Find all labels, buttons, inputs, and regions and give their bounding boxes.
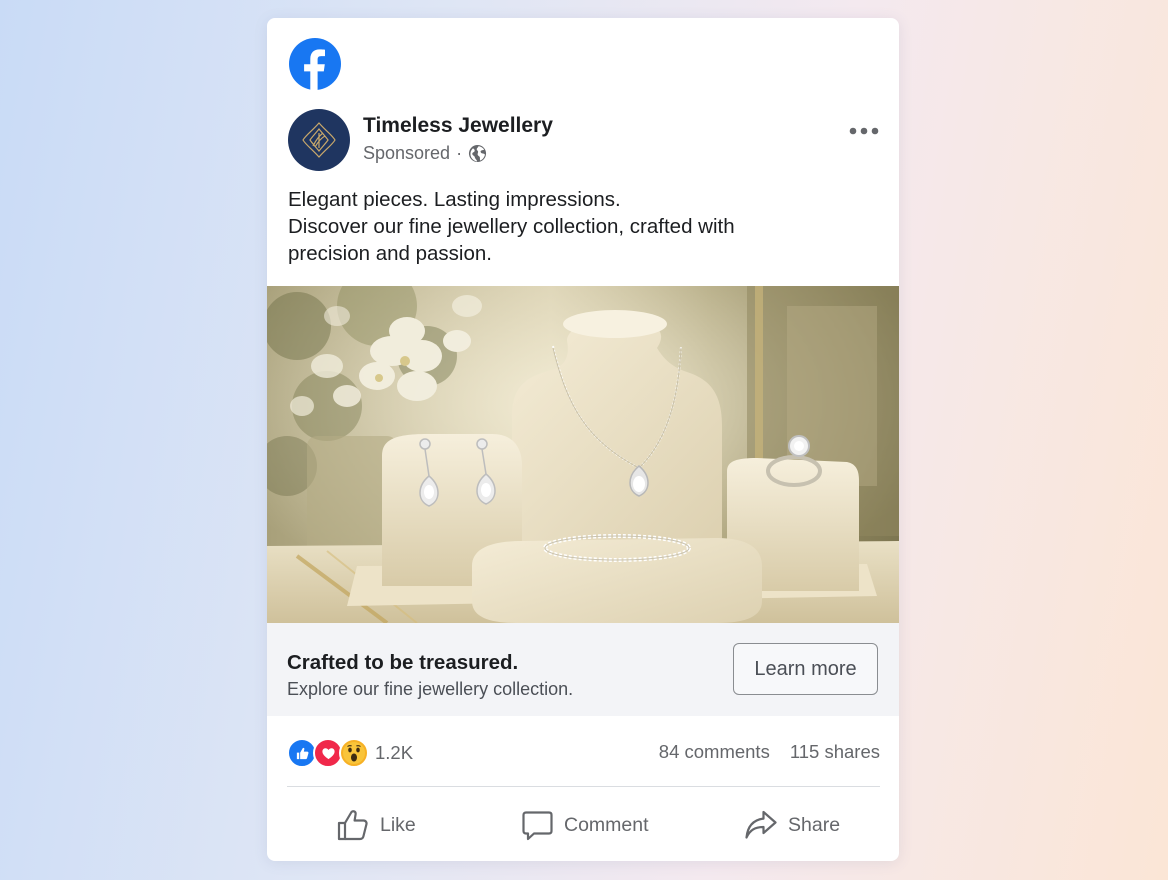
cta-description: Explore our fine jewellery collection.: [287, 679, 574, 699]
cta-headline[interactable]: Crafted to be treasured.: [287, 651, 518, 675]
reactions-summary[interactable]: 1.2K: [287, 738, 413, 768]
reaction-count[interactable]: 1.2K: [375, 742, 413, 764]
shares-count[interactable]: 115 shares: [790, 741, 880, 763]
globe-icon: [469, 144, 487, 163]
comments-count[interactable]: 84 comments: [659, 741, 770, 763]
comment-button[interactable]: Comment: [521, 801, 649, 849]
like-label: Like: [380, 813, 416, 836]
comment-label: Comment: [564, 813, 649, 836]
facebook-logo-icon[interactable]: [289, 38, 341, 90]
share-button[interactable]: Share: [744, 801, 840, 849]
like-button[interactable]: Like: [336, 801, 416, 849]
jewellery-display-image: [267, 286, 899, 623]
post-meta: Sponsored ·: [363, 143, 487, 164]
wow-reaction-icon: [339, 738, 369, 768]
jewellery-monogram-icon: [302, 122, 336, 158]
share-arrow-icon: [745, 810, 777, 839]
cta-bar: Crafted to be treasured. Explore our fin…: [267, 623, 899, 716]
share-label: Share: [788, 813, 841, 836]
post-text-line: Discover our fine jewellery collection, …: [288, 215, 735, 238]
learn-more-button[interactable]: Learn more: [733, 643, 878, 695]
meta-separator: ·: [456, 143, 463, 163]
post-text-line: precision and passion.: [288, 242, 492, 265]
actions-divider: [287, 786, 880, 787]
more-options-button[interactable]: [847, 118, 881, 144]
sponsored-post-card: Timeless Jewellery Sponsored · Elegant p…: [267, 18, 899, 861]
thumbs-up-icon: [337, 810, 368, 841]
post-text: Elegant pieces. Lasting impressions. Dis…: [288, 186, 808, 267]
more-horizontal-icon: [849, 127, 879, 135]
sponsored-label[interactable]: Sponsored: [363, 143, 450, 164]
page-name[interactable]: Timeless Jewellery: [363, 114, 553, 138]
comment-share-counts: 84 comments 115 shares: [659, 741, 880, 763]
ad-image[interactable]: [267, 286, 899, 623]
comment-icon: [522, 810, 553, 840]
engagement-stats: 1.2K 84 comments 115 shares: [287, 736, 880, 768]
page-avatar[interactable]: [288, 109, 350, 171]
post-text-line: Elegant pieces. Lasting impressions.: [288, 188, 621, 211]
